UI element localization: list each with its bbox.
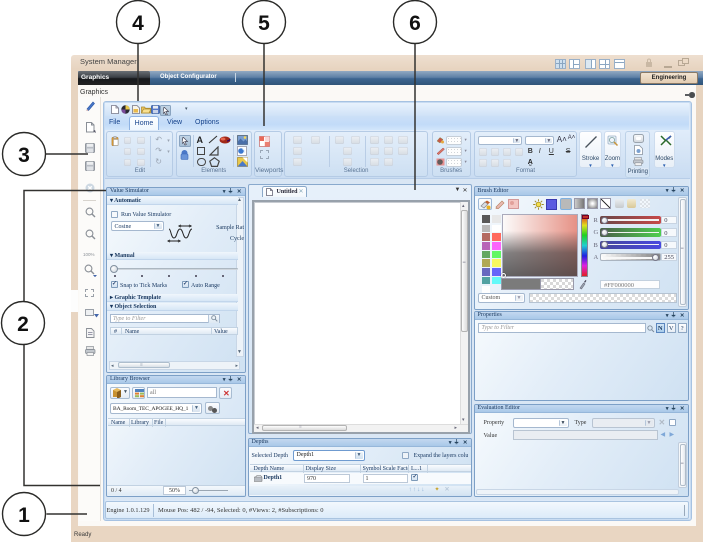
svg-text:2: 2 — [17, 313, 29, 336]
svg-text:6: 6 — [409, 12, 421, 35]
svg-text:5: 5 — [258, 12, 270, 35]
svg-text:3: 3 — [18, 144, 30, 167]
svg-text:1: 1 — [18, 504, 30, 527]
svg-text:4: 4 — [132, 12, 144, 35]
